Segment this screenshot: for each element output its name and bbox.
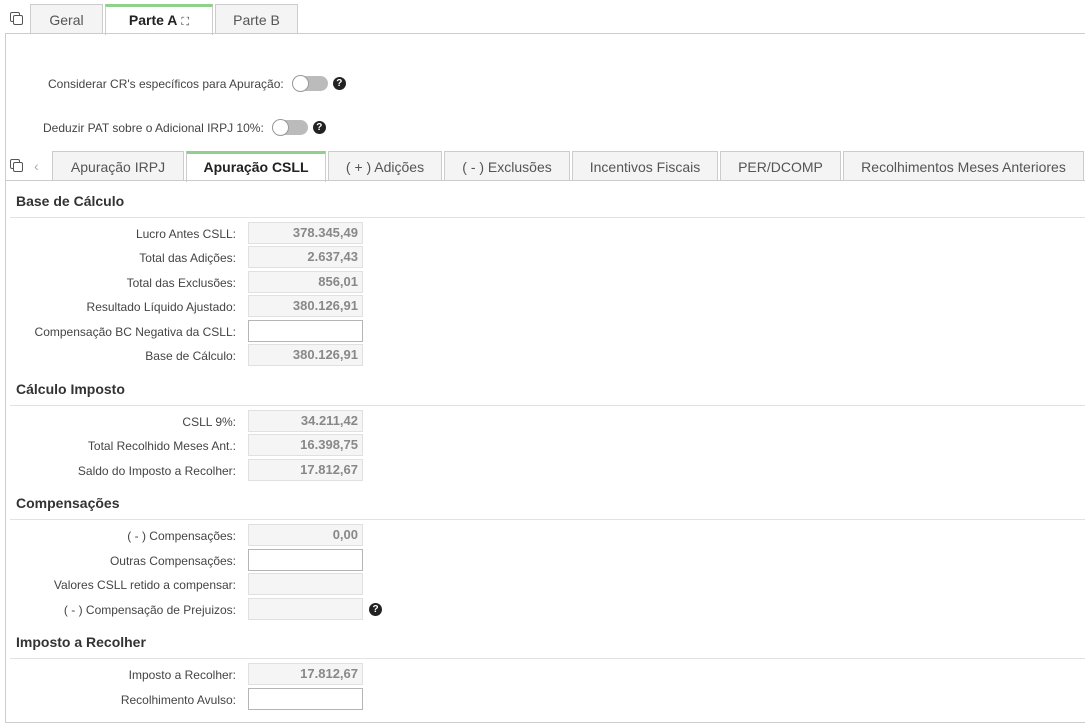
- compensacoes-label: ( - ) Compensações:: [127, 529, 236, 543]
- base-calculo-value: 380.126,91: [248, 344, 363, 366]
- section-title-base: Base de Cálculo: [16, 193, 125, 209]
- help-icon[interactable]: ?: [332, 77, 346, 90]
- cr-toggle-label: Considerar CR's específicos para Apuraçã…: [48, 76, 284, 91]
- help-icon[interactable]: ?: [369, 603, 382, 616]
- adicoes-label: Total das Adições:: [139, 251, 236, 265]
- compensacao-bc-label: Compensação BC Negativa da CSLL:: [34, 325, 236, 339]
- csll-value: 34.211,42: [248, 410, 363, 432]
- outras-compensacoes-label: Outras Compensações:: [109, 554, 236, 568]
- saldo-label: Saldo do Imposto a Recolher:: [77, 464, 236, 478]
- resultado-label: Resultado Líquido Ajustado:: [86, 300, 236, 314]
- copy-icon[interactable]: [10, 12, 24, 26]
- divider: [10, 405, 1085, 406]
- expand-icon[interactable]: ⛶: [181, 9, 189, 36]
- tab-adicoes[interactable]: ( + ) Adições: [328, 151, 442, 181]
- recolhimento-avulso-input[interactable]: [248, 688, 363, 710]
- retido-value: [248, 573, 363, 595]
- imposto-recolher-value: 17.812,67: [248, 663, 363, 685]
- tab-parte-a[interactable]: Parte A ⛶: [105, 4, 213, 35]
- exclusoes-value: 856,01: [248, 271, 363, 293]
- saldo-value: 17.812,67: [248, 459, 363, 481]
- pat-toggle[interactable]: [271, 119, 308, 136]
- pat-toggle-label: Deduzir PAT sobre o Adicional IRPJ 10%:: [43, 120, 264, 135]
- tab-parte-b[interactable]: Parte B: [215, 4, 298, 34]
- section-title-compensacoes: Compensações: [16, 495, 120, 511]
- recolhido-label: Total Recolhido Meses Ant.:: [87, 439, 236, 453]
- compensacao-bc-input[interactable]: [248, 320, 363, 342]
- retido-label: Valores CSLL retido a compensar:: [53, 578, 236, 592]
- help-icon[interactable]: ?: [312, 121, 326, 134]
- tab-apuracao-csll[interactable]: Apuração CSLL: [186, 151, 326, 182]
- imposto-recolher-label: Imposto a Recolher:: [128, 668, 236, 682]
- pat-toggle-row: Deduzir PAT sobre o Adicional IRPJ 10%: …: [43, 119, 326, 136]
- section-title-calculo: Cálculo Imposto: [16, 381, 125, 397]
- compensacoes-value: 0,00: [248, 524, 363, 546]
- recolhido-value: 16.398,75: [248, 434, 363, 456]
- tab-exclusoes[interactable]: ( - ) Exclusões: [444, 151, 570, 181]
- adicoes-value: 2.637,43: [248, 246, 363, 268]
- recolhimento-avulso-label: Recolhimento Avulso:: [120, 693, 236, 707]
- tab-geral[interactable]: Geral: [30, 4, 103, 34]
- cr-toggle[interactable]: [291, 75, 328, 92]
- exclusoes-label: Total das Exclusões:: [126, 276, 236, 290]
- inner-tab-bar: Apuração IRPJ Apuração CSLL ( + ) Adiçõe…: [0, 151, 1085, 182]
- divider: [10, 519, 1085, 520]
- prejuizos-value: [248, 598, 363, 620]
- lucro-value: 378.345,49: [248, 222, 363, 244]
- tab-recolhimentos-meses-anteriores[interactable]: Recolhimentos Meses Anteriores: [843, 151, 1084, 181]
- divider: [10, 658, 1085, 659]
- divider: [10, 217, 1085, 218]
- section-title-imposto: Imposto a Recolher: [16, 634, 146, 650]
- outras-compensacoes-input[interactable]: [248, 549, 363, 571]
- tab-apuracao-irpj[interactable]: Apuração IRPJ: [52, 151, 184, 181]
- base-calculo-label: Base de Cálculo:: [145, 349, 236, 363]
- prejuizos-label: ( - ) Compensação de Prejuizos:: [63, 603, 236, 617]
- tab-incentivos-fiscais[interactable]: Incentivos Fiscais: [572, 151, 718, 181]
- resultado-value: 380.126,91: [248, 295, 363, 317]
- csll-label: CSLL 9%:: [182, 415, 236, 429]
- cr-toggle-row: Considerar CR's específicos para Apuraçã…: [48, 75, 346, 92]
- tab-per-dcomp[interactable]: PER/DCOMP: [720, 151, 841, 181]
- lucro-label: Lucro Antes CSLL:: [135, 227, 236, 241]
